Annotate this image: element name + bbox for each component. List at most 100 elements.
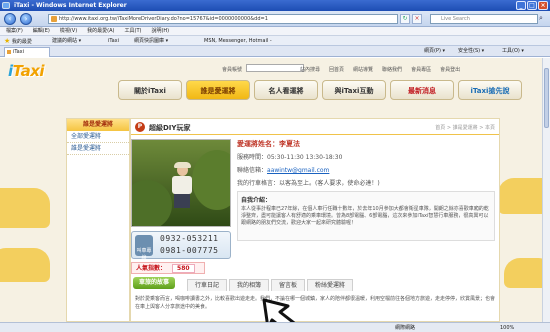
intro-box: 自我介紹： 本人從事計程車已27年餘，在個人車行任職十數年，於去年10月參加大都… (237, 191, 495, 241)
member-account-input[interactable] (246, 64, 304, 72)
left-sidebar: 誰是愛運將 全部愛運將 誰是愛運將 (66, 118, 130, 322)
tab-album[interactable]: 我的相簿 (229, 279, 270, 291)
main-nav: 關於iTaxi 誰是愛運將 名人看運將 與iTaxi互動 最新消息 iTaxi搶… (118, 80, 522, 100)
email-link[interactable]: aawintw@gmail.com (267, 167, 329, 174)
search-icon[interactable]: ⌕ (539, 14, 549, 24)
menu-file[interactable]: 檔案(F) (6, 27, 23, 35)
popularity-value: 580 (172, 264, 195, 273)
forward-icon[interactable]: › (20, 13, 32, 25)
cmd-safety[interactable]: 安全性(S) ▾ (458, 46, 484, 57)
search-placeholder: Live Search (441, 16, 470, 22)
taxi-decoration (504, 258, 542, 288)
photo-foliage (132, 180, 172, 226)
menu-edit[interactable]: 編輯(E) (33, 27, 50, 35)
driving-motto: 我的行車格言：以客為至上。(客人要求，使命必達！) (237, 180, 380, 187)
profile-header: P 超級DIY玩家 首頁 > 誰是愛運將 > 本頁 (131, 119, 499, 135)
photo-foliage (192, 150, 230, 210)
cmd-page[interactable]: 網頁(P) ▾ (424, 46, 445, 57)
star-icon: ★ (4, 37, 11, 45)
intro-text: 本人從事計程車已27年餘，在個人車行任職十數年，於去年10月參加大都會衛星車隊，… (241, 206, 489, 226)
sidebar-heading: 誰是愛運將 (67, 119, 129, 131)
phone-icon: 叫車專線 (135, 235, 153, 261)
top-links: 站內搜尋 回首頁 網站導覽 聯絡我們 會員專區 會員登出 (300, 66, 460, 73)
address-input[interactable]: http://www.itaxi.org.tw/iTaxiMoreDriverD… (48, 14, 398, 24)
pointer-arrow-icon (262, 298, 296, 322)
intro-heading: 自我介紹： (241, 197, 272, 204)
taxi-decoration (498, 178, 542, 214)
tab-diary[interactable]: 行車日記 (187, 279, 228, 291)
security-zone: 網際網路 (395, 325, 416, 331)
url-text: http://www.itaxi.org.tw/iTaxiMoreDriverD… (59, 16, 268, 22)
refresh-icon[interactable]: ↻ (400, 14, 410, 24)
taxi-decoration (0, 248, 50, 282)
stop-icon[interactable]: × (412, 14, 422, 24)
menu-view[interactable]: 檢視(V) (60, 27, 77, 35)
tab-itaxi[interactable]: iTaxi (4, 47, 50, 57)
member-label: 會員帳號 (222, 67, 243, 73)
scrollbar-thumb[interactable] (544, 68, 549, 128)
nav-about[interactable]: 關於iTaxi (118, 80, 182, 100)
link-site-search[interactable]: 站內搜尋 (300, 66, 320, 73)
link-sitemap[interactable]: 網站導覽 (353, 66, 373, 73)
popularity-label: 人氣指數： (136, 265, 167, 272)
window-title: iTaxi - Windows Internet Explorer (14, 2, 127, 9)
link-logout[interactable]: 會員登出 (440, 66, 460, 73)
fav-item-webslice[interactable]: 網頁快訊圖庫 ▾ (134, 36, 168, 46)
driver-profile: P 超級DIY玩家 首頁 > 誰是愛運將 > 本頁 叫車專線 0932-0532… (130, 118, 500, 322)
link-home[interactable]: 回首頁 (329, 66, 344, 73)
menu-help[interactable]: 說明(H) (151, 27, 169, 35)
fav-item-suggested[interactable]: 建議的網站 ▾ (52, 36, 81, 46)
zoom-level[interactable]: 100% (500, 323, 514, 332)
nav-news[interactable]: 最新消息 (390, 80, 454, 100)
tab-bar: iTaxi 網頁(P) ▾ 安全性(S) ▾ 工具(O) ▾ (0, 46, 550, 57)
nav-interact[interactable]: 與iTaxi互動 (322, 80, 386, 100)
profile-subtabs: 行車日記 我的相簿 留言板 粉絲愛運將 (187, 279, 355, 291)
vertical-scrollbar[interactable] (542, 58, 550, 322)
sidebar-item-all[interactable]: 全部愛運將 (67, 131, 129, 143)
link-member[interactable]: 會員專區 (411, 66, 431, 73)
driver-photo (131, 139, 231, 227)
driver-name: 愛運將姓名：李夏法 (237, 140, 300, 148)
minimize-button[interactable]: _ (516, 1, 526, 10)
tab-guestbook[interactable]: 留言板 (271, 279, 306, 291)
tab-fans[interactable]: 粉絲愛運將 (307, 279, 354, 291)
menu-tools[interactable]: 工具(T) (125, 27, 142, 35)
email-label: 聯絡信箱： (237, 167, 268, 174)
nav-preview[interactable]: iTaxi搶先說 (458, 80, 522, 100)
maximize-button[interactable]: □ (527, 1, 537, 10)
status-bar: 網際網路 100% (0, 322, 550, 332)
popularity-index: 人氣指數： 580 (131, 262, 205, 274)
back-icon[interactable]: ‹ (4, 13, 16, 25)
cmd-tools[interactable]: 工具(O) ▾ (502, 46, 524, 57)
menu-favorites[interactable]: 我的最愛(A) (87, 27, 114, 35)
phone-number-2: 0981-007775 (160, 246, 219, 255)
page-icon (51, 16, 57, 22)
page-viewport: iTaxi 會員帳號 站內搜尋 回首頁 網站導覽 聯絡我們 會員專區 會員登出 … (0, 58, 542, 322)
nav-celebrity[interactable]: 名人看運將 (254, 80, 318, 100)
address-toolbar: ‹ › http://www.itaxi.org.tw/iTaxiMoreDri… (0, 11, 550, 27)
email-line: 聯絡信箱：aawintw@gmail.com (237, 165, 497, 174)
search-input[interactable]: Live Search ⌕ (430, 14, 543, 24)
phone-box: 叫車專線 0932-053211 0981-007775 (131, 231, 231, 261)
taxi-decoration (0, 188, 50, 228)
menu-bar: 檔案(F) 編輯(E) 檢視(V) 我的最愛(A) 工具(T) 說明(H) (0, 27, 550, 36)
page-title: 超級DIY玩家 (149, 124, 191, 132)
link-contact[interactable]: 聯絡我們 (382, 66, 402, 73)
tab-story[interactable]: 車旅的故事 (133, 277, 176, 289)
ie-icon (2, 2, 10, 9)
window-controls: _ □ × (516, 1, 548, 10)
phone-number-1: 0932-053211 (160, 234, 219, 243)
window-titlebar: iTaxi - Windows Internet Explorer _ □ × (0, 0, 550, 11)
profile-badge-icon: P (135, 122, 145, 132)
breadcrumb: 首頁 > 誰是愛運將 > 本頁 (435, 125, 495, 131)
favorites-bar: ★ 我的最愛 建議的網站 ▾ iTaxi 網頁快訊圖庫 ▾ MSN, Messe… (0, 36, 550, 46)
itaxi-logo[interactable]: iTaxi (8, 62, 45, 80)
fav-item-msn[interactable]: MSN, Messenger, Hotmail - (204, 36, 272, 46)
sidebar-item-drivers[interactable]: 誰是愛運將 (67, 143, 129, 155)
nav-drivers[interactable]: 誰是愛運將 (186, 80, 250, 100)
driver-info: 愛運將姓名：李夏法 服務時間：05:30-11:30 13:30-18:30 聯… (237, 139, 497, 241)
fav-item-itaxi[interactable]: iTaxi (108, 36, 119, 46)
close-button[interactable]: × (538, 1, 548, 10)
driver-figure (170, 162, 194, 208)
service-hours: 服務時間：05:30-11:30 13:30-18:30 (237, 154, 343, 161)
